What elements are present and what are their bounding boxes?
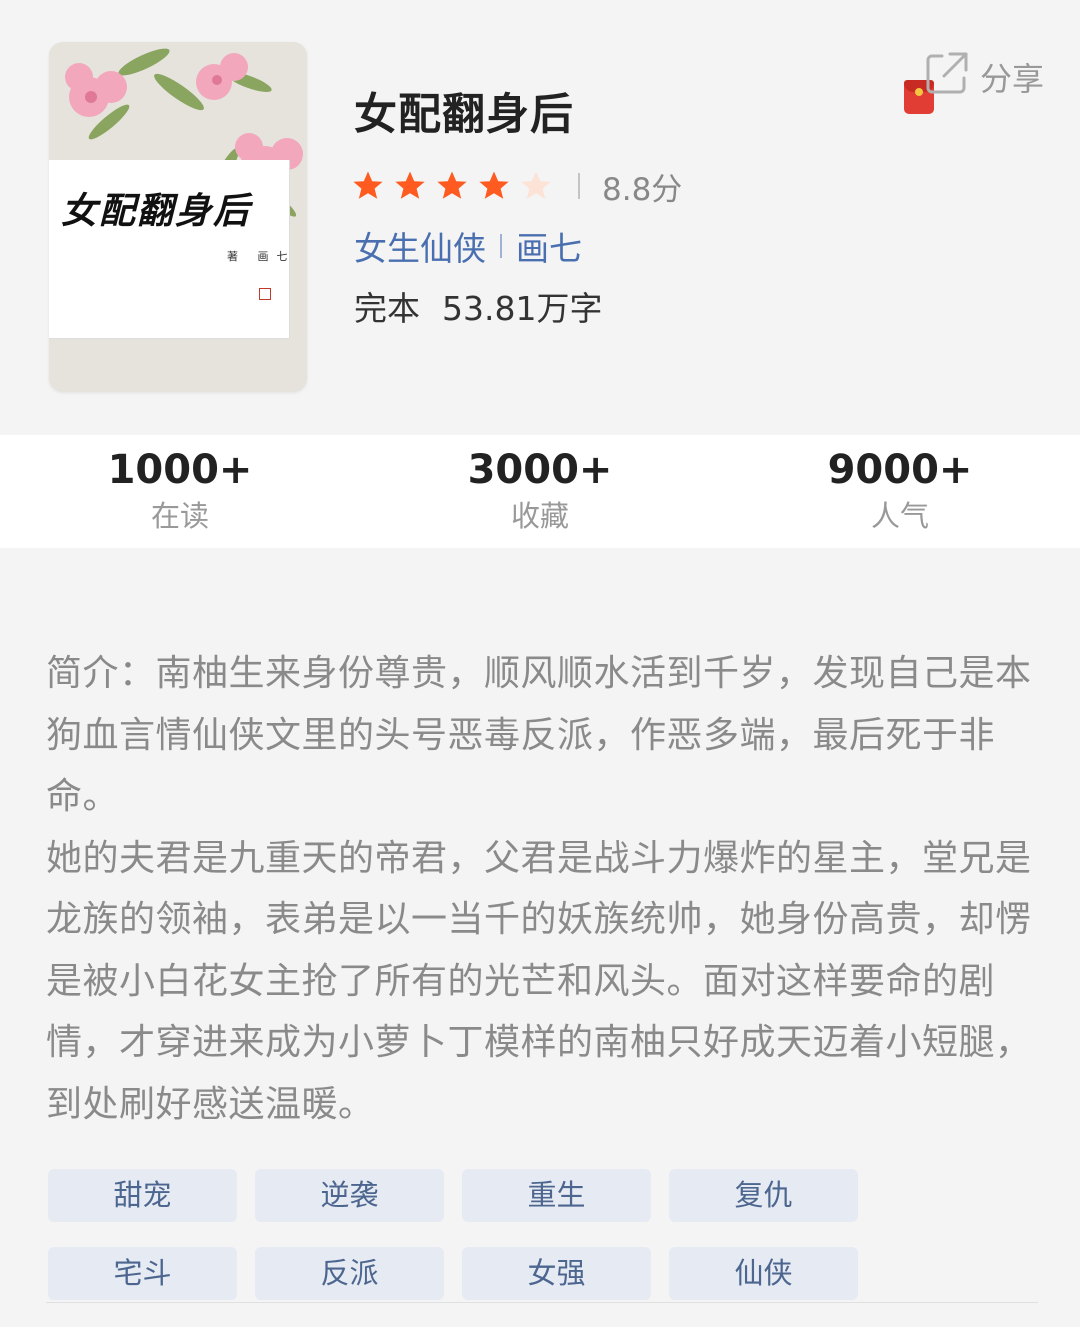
book-intro[interactable]: 简介：南柚生来身份尊贵，顺风顺水活到千岁，发现自己是本狗血言情仙侠文里的头号恶毒… (46, 643, 1038, 1135)
rating-stars (352, 170, 552, 202)
stat-collect-value: 3000+ (467, 447, 613, 493)
tag-button[interactable]: 逆袭 (255, 1169, 444, 1222)
tag-button[interactable]: 甜宠 (48, 1169, 237, 1222)
meta-divider (500, 234, 502, 258)
intro-paragraph: 她的夫君是九重天的帝君，父君是战斗力爆炸的星主，堂兄是龙族的领袖，表弟是以一当千… (46, 837, 1032, 1125)
star-empty-icon (521, 171, 551, 199)
tag-button[interactable]: 宅斗 (48, 1247, 237, 1300)
stat-reading-label: 在读 (150, 499, 209, 533)
cover-title: 女配翻身后 (61, 190, 252, 232)
stat-collect: 3000+ 收藏 (360, 435, 720, 548)
intro-paragraph: 简介：南柚生来身份尊贵，顺风顺水活到千岁，发现自己是本狗血言情仙侠文里的头号恶毒… (46, 653, 1032, 817)
stat-popularity: 9000+ 人气 (720, 435, 1080, 548)
cover-author: 著 画七 (227, 250, 296, 263)
share-icon (926, 52, 968, 94)
tag-button[interactable]: 女强 (462, 1247, 651, 1300)
book-title: 女配翻身后 (354, 90, 574, 140)
rating-divider (578, 173, 580, 199)
meta-row: 女生仙侠 画七 (354, 222, 582, 270)
stat-reading-value: 1000+ (107, 447, 253, 493)
tag-button[interactable]: 复仇 (669, 1169, 858, 1222)
rating-score: 8.8分 (602, 171, 683, 208)
word-count: 53.81万字 (442, 289, 603, 328)
tag-button[interactable]: 反派 (255, 1247, 444, 1300)
tag-button[interactable]: 重生 (462, 1169, 651, 1222)
category-link[interactable]: 女生仙侠 (354, 222, 486, 270)
tag-list: 甜宠 逆袭 重生 复仇 宅斗 反派 女强 仙侠 (48, 1169, 878, 1300)
tag-button[interactable]: 仙侠 (669, 1247, 858, 1300)
stat-collect-label: 收藏 (510, 499, 569, 533)
stat-popularity-label: 人气 (870, 499, 929, 533)
status-row: 完本 53.81万字 (354, 282, 602, 330)
stats-bar: 1000+ 在读 3000+ 收藏 9000+ 人气 (0, 435, 1080, 548)
divider (46, 1302, 1038, 1303)
share-button[interactable]: 分享 (902, 50, 1062, 122)
book-cover[interactable]: 女配翻身后 著 画七 (49, 42, 307, 392)
cover-seal-icon (259, 288, 271, 300)
star-full-icon (395, 171, 425, 199)
share-label: 分享 (980, 60, 1045, 98)
star-full-icon (479, 171, 509, 199)
rating-row: 8.8分 (352, 166, 683, 208)
author-link[interactable]: 画七 (516, 222, 582, 270)
stat-reading: 1000+ 在读 (0, 435, 360, 548)
star-full-icon (437, 171, 467, 199)
status-text: 完本 (354, 289, 420, 328)
star-full-icon (353, 171, 383, 199)
stat-popularity-value: 9000+ (827, 447, 973, 493)
